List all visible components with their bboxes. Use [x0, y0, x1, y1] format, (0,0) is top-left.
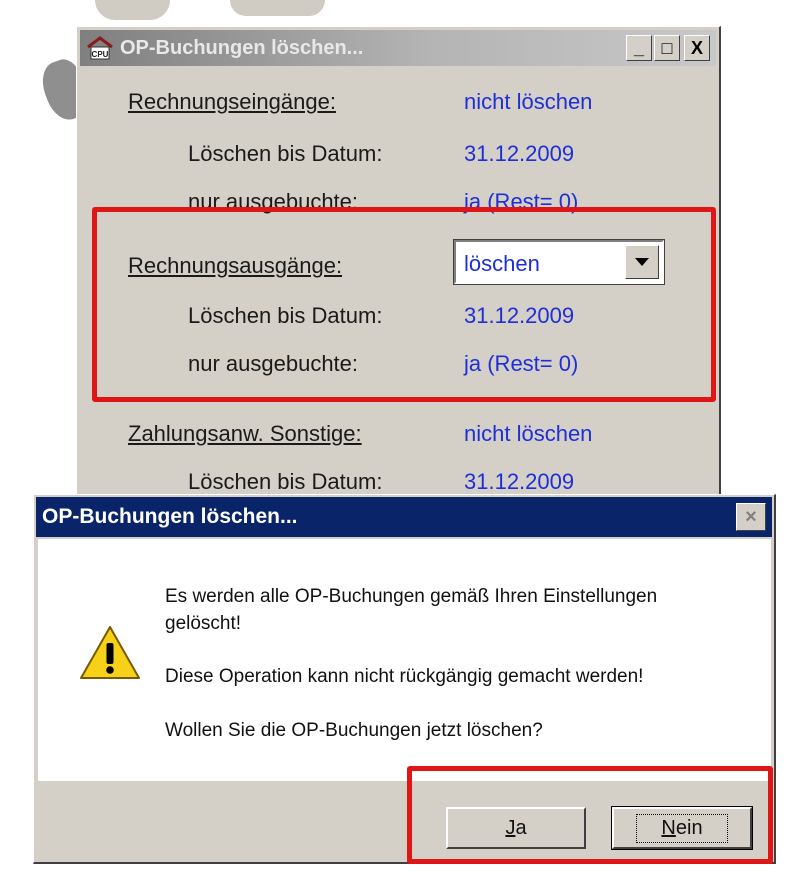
svg-text:CPU: CPU — [92, 50, 109, 59]
maximize-button[interactable]: □ — [654, 35, 680, 61]
section-heading-rechnungseingaenge: Rechnungseingänge: — [128, 89, 336, 114]
zahlungsanw-date-value[interactable]: 31.12.2009 — [464, 469, 574, 495]
background-brush-stroke — [230, 0, 325, 16]
background-brush-stroke — [95, 0, 170, 20]
dialog-message-line1: Es werden alle OP-Buchungen gemäß Ihren … — [165, 586, 658, 634]
date-label: Löschen bis Datum: — [188, 141, 383, 166]
cpu-app-icon: CPU — [86, 35, 114, 61]
minimize-button[interactable]: _ — [626, 35, 652, 61]
maximize-icon: □ — [661, 38, 673, 58]
dialog-message-line3: Wollen Sie die OP-Buchungen jetzt lösche… — [165, 720, 543, 741]
highlight-box-rechnungsausgaenge — [92, 207, 716, 402]
rechnungseingaenge-mode-value[interactable]: nicht löschen — [464, 89, 592, 115]
close-icon: X — [690, 38, 703, 58]
warning-icon — [80, 626, 140, 679]
close-button[interactable]: X — [684, 35, 710, 61]
window-title-bar[interactable]: CPU OP-Buchungen löschen... _ □ X — [80, 30, 716, 66]
window-title: OP-Buchungen löschen... — [120, 36, 364, 59]
dialog-message-line2: Diese Operation kann nicht rückgängig ge… — [165, 666, 644, 687]
minimize-icon: _ — [633, 38, 644, 58]
dialog-title-bar[interactable]: OP-Buchungen löschen... × — [36, 497, 772, 537]
dialog-message-area: Es werden alle OP-Buchungen gemäß Ihren … — [38, 539, 771, 781]
dialog-close-button[interactable]: × — [736, 503, 766, 531]
date-label: Löschen bis Datum: — [188, 469, 383, 494]
zahlungsanw-mode-value[interactable]: nicht löschen — [464, 421, 592, 447]
highlight-box-buttons — [407, 766, 773, 864]
section-heading-zahlungsanw-sonstige: Zahlungsanw. Sonstige: — [128, 421, 362, 446]
dialog-title: OP-Buchungen löschen... — [42, 505, 298, 528]
close-icon: × — [745, 505, 757, 528]
rechnungseingaenge-date-value[interactable]: 31.12.2009 — [464, 141, 574, 167]
